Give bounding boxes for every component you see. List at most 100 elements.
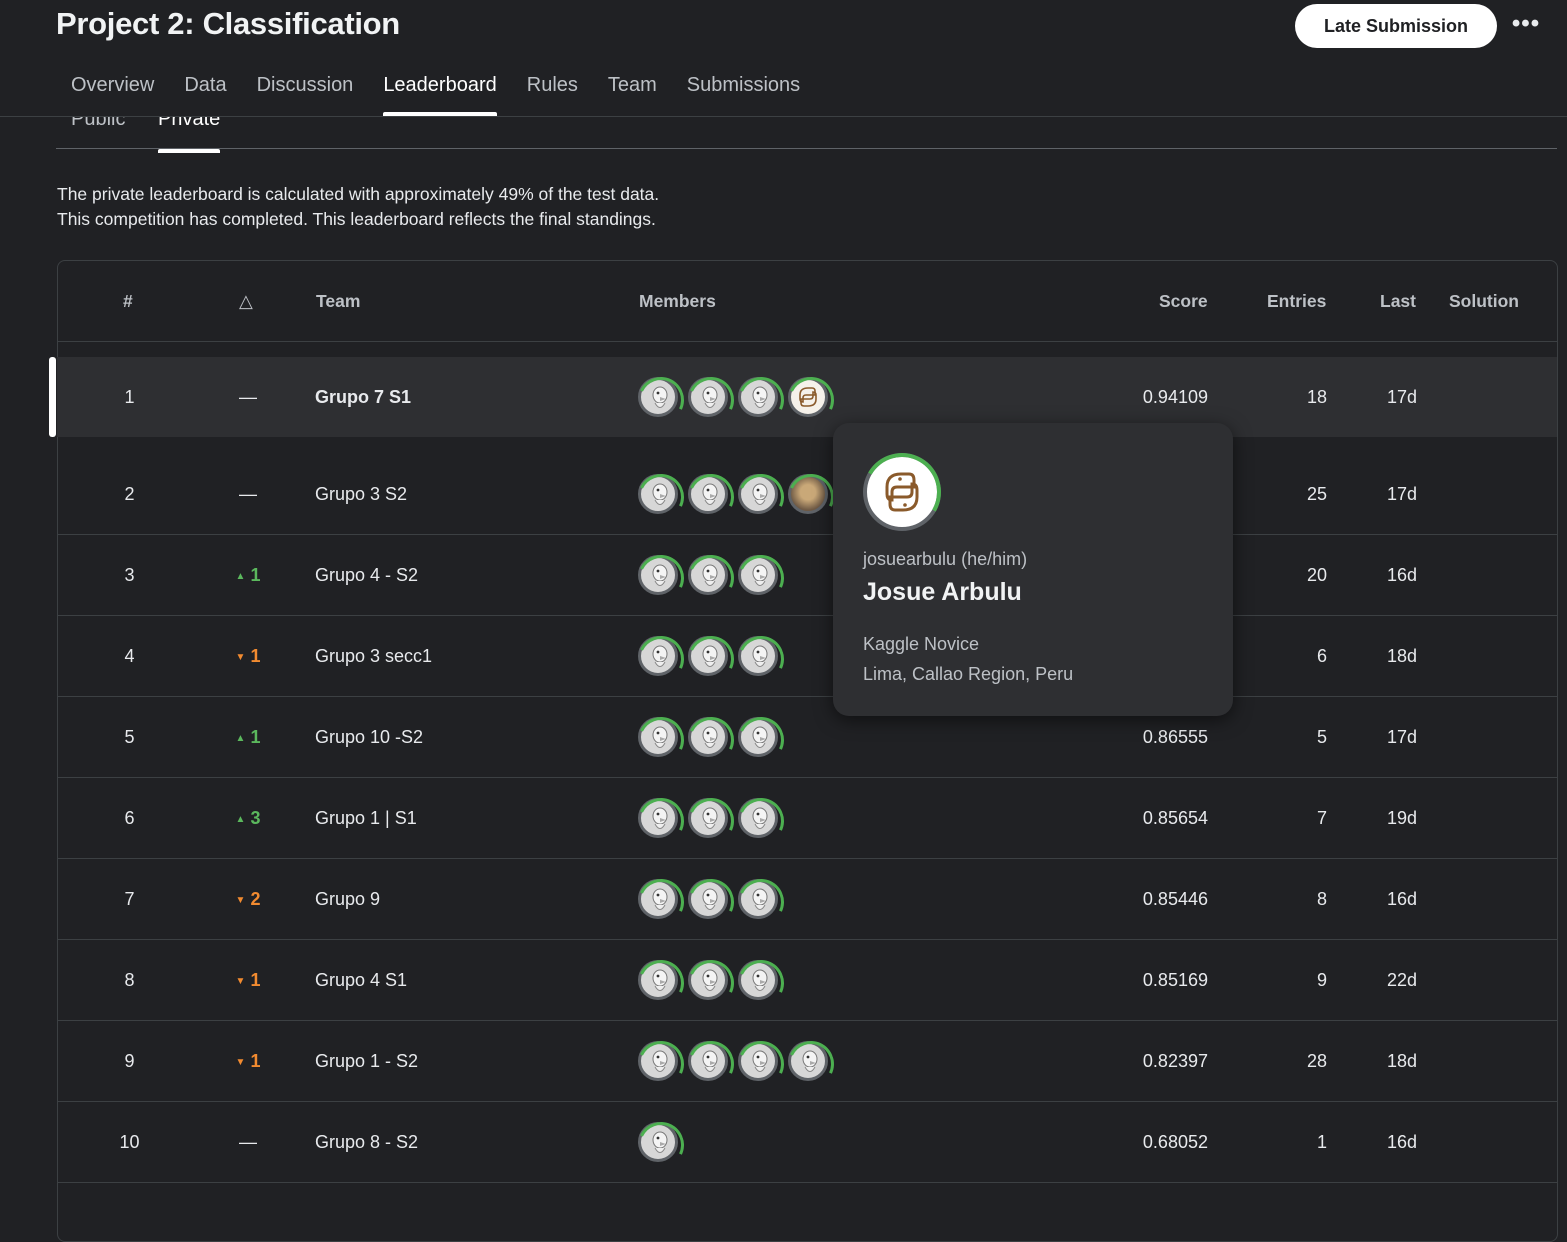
more-options-icon[interactable]: ••• — [1506, 8, 1546, 44]
tab-discussion[interactable]: Discussion — [257, 72, 354, 116]
profile-avatar[interactable] — [863, 453, 941, 531]
table-row[interactable]: 10 — Grupo 8 - S2 0.68052 1 16d — [57, 1102, 1557, 1183]
last-submission: 16d — [1386, 889, 1417, 909]
arrow-up-icon: ▲ — [235, 571, 246, 582]
team-name[interactable]: Grupo 1 | S1 — [315, 778, 417, 858]
team-name[interactable]: Grupo 7 S1 — [315, 357, 411, 437]
table-row[interactable]: 3 ▲ 1 Grupo 4 - S2 20 16d — [57, 535, 1557, 616]
member-avatar[interactable] — [638, 1122, 678, 1162]
tab-submissions[interactable]: Submissions — [687, 72, 800, 116]
tab-data[interactable]: Data — [184, 72, 226, 116]
team-name[interactable]: Grupo 1 - S2 — [315, 1021, 418, 1101]
member-avatar[interactable] — [788, 474, 828, 514]
table-row[interactable]: 7 ▼ 2 Grupo 9 0.85446 8 16d — [57, 859, 1557, 940]
rank-change: ▼ 1 — [227, 940, 269, 1020]
member-avatar[interactable] — [688, 636, 728, 676]
rank-change-value: 2 — [250, 889, 261, 909]
entries-value: 28 — [1306, 1051, 1327, 1071]
member-avatar[interactable] — [738, 960, 778, 1000]
member-avatar[interactable] — [738, 798, 778, 838]
last-submission: 17d — [1386, 484, 1417, 504]
late-submission-button[interactable]: Late Submission — [1295, 4, 1497, 48]
member-avatar[interactable] — [638, 555, 678, 595]
team-name[interactable]: Grupo 9 — [315, 859, 380, 939]
member-avatar[interactable] — [688, 798, 728, 838]
table-row[interactable]: 2 — Grupo 3 S2 25 17d — [57, 454, 1557, 535]
tab-team[interactable]: Team — [608, 72, 657, 116]
member-avatar[interactable] — [638, 1041, 678, 1081]
table-row[interactable]: 9 ▼ 1 Grupo 1 - S2 0.82397 28 18d — [57, 1021, 1557, 1102]
member-avatar[interactable] — [738, 879, 778, 919]
entries-value: 9 — [1316, 970, 1327, 990]
arrow-down-icon: ▼ — [235, 976, 246, 987]
rank-value: 2 — [124, 484, 135, 504]
column-rank: # — [123, 291, 133, 311]
last-submission: 19d — [1386, 808, 1417, 828]
member-avatar[interactable] — [688, 474, 728, 514]
column-score[interactable]: Score — [1159, 291, 1208, 312]
column-solution: Solution — [1449, 291, 1519, 311]
rank-change: ▲ 3 — [227, 778, 269, 858]
team-members — [638, 1102, 688, 1182]
member-avatar[interactable] — [738, 377, 778, 417]
last-submission: 17d — [1386, 387, 1417, 407]
score-value: 0.82397 — [1142, 1051, 1208, 1071]
table-row[interactable]: 1— Grupo 7 S1 0.94109 18 17d — [49, 357, 1557, 437]
table-row[interactable]: 8 ▼ 1 Grupo 4 S1 0.85169 9 22d — [57, 940, 1557, 1021]
team-name[interactable]: Grupo 3 S2 — [315, 454, 407, 534]
table-row[interactable]: 6 ▲ 3 Grupo 1 | S1 0.85654 7 19d — [57, 778, 1557, 859]
member-avatar[interactable] — [638, 879, 678, 919]
team-members — [638, 454, 838, 534]
member-avatar[interactable] — [688, 1041, 728, 1081]
rank-change: — — [227, 454, 269, 534]
arrow-up-icon: ▲ — [235, 733, 246, 744]
column-last[interactable]: Last — [1380, 291, 1416, 312]
member-avatar[interactable] — [688, 555, 728, 595]
page-header: Project 2: Classification Late Submissio… — [0, 0, 1567, 117]
rank-value: 6 — [124, 808, 135, 828]
member-avatar[interactable] — [688, 377, 728, 417]
member-avatar[interactable] — [638, 798, 678, 838]
team-name[interactable]: Grupo 8 - S2 — [315, 1102, 418, 1182]
user-profile-tooltip: josuearbulu (he/him) Josue Arbulu Kaggle… — [833, 423, 1233, 716]
member-avatar[interactable] — [638, 377, 678, 417]
rank-change-value: 3 — [250, 808, 261, 828]
column-entries[interactable]: Entries — [1267, 291, 1326, 312]
arrow-up-icon: ▲ — [235, 814, 246, 825]
last-submission: 17d — [1386, 727, 1417, 747]
member-avatar[interactable] — [738, 636, 778, 676]
member-avatar[interactable] — [738, 555, 778, 595]
team-name[interactable]: Grupo 3 secc1 — [315, 616, 432, 696]
team-name[interactable]: Grupo 4 S1 — [315, 940, 407, 1020]
column-team[interactable]: Team — [316, 291, 360, 312]
member-avatar[interactable] — [738, 1041, 778, 1081]
member-avatar[interactable] — [638, 717, 678, 757]
profile-tier: Kaggle Novice — [863, 634, 980, 654]
tab-rules[interactable]: Rules — [527, 72, 578, 116]
member-avatar[interactable] — [688, 717, 728, 757]
member-avatar[interactable] — [788, 1041, 828, 1081]
member-avatar[interactable] — [638, 960, 678, 1000]
rank-change-value: 1 — [250, 646, 261, 666]
rank-value: 10 — [119, 1132, 140, 1152]
tab-leaderboard[interactable]: Leaderboard — [383, 72, 498, 116]
python-logo-icon — [885, 472, 919, 512]
member-avatar[interactable] — [638, 636, 678, 676]
rank-value: 5 — [124, 727, 135, 747]
profile-name[interactable]: Josue Arbulu — [863, 578, 1022, 607]
rank-value: 9 — [124, 1051, 135, 1071]
team-name[interactable]: Grupo 4 - S2 — [315, 535, 418, 615]
member-avatar[interactable] — [688, 879, 728, 919]
member-avatar[interactable] — [738, 474, 778, 514]
table-row[interactable]: 4 ▼ 1 Grupo 3 secc1 6 18d — [57, 616, 1557, 697]
member-avatar[interactable] — [688, 960, 728, 1000]
tab-overview[interactable]: Overview — [71, 72, 154, 116]
team-name[interactable]: Grupo 10 -S2 — [315, 697, 423, 777]
profile-username: josuearbulu (he/him) — [863, 549, 1028, 569]
member-avatar[interactable] — [638, 474, 678, 514]
rank-change: — — [227, 357, 269, 437]
member-avatar-python[interactable] — [788, 377, 828, 417]
table-row[interactable]: 5 ▲ 1 Grupo 10 -S2 0.86555 5 17d — [57, 697, 1557, 778]
member-avatar[interactable] — [738, 717, 778, 757]
entries-value: 18 — [1306, 387, 1327, 407]
